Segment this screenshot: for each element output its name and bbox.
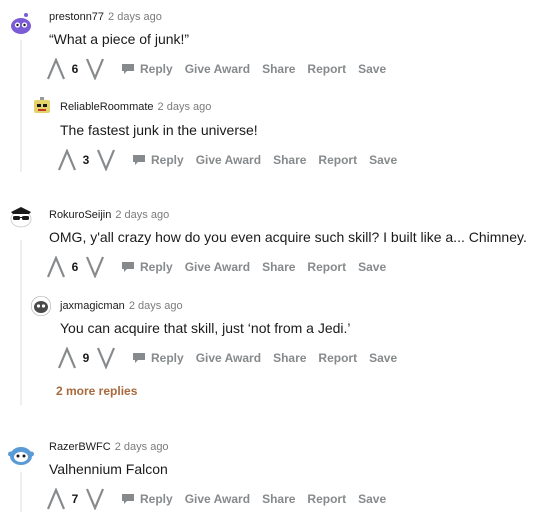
vote-score: 6 — [71, 260, 79, 274]
downvote-arrow-icon[interactable] — [85, 488, 105, 510]
comment-bubble-icon — [122, 494, 134, 504]
thread-line[interactable] — [20, 40, 22, 172]
comment-meta: RokuroSeijin 2 days ago — [49, 209, 169, 221]
username[interactable]: prestonn77 — [49, 11, 104, 23]
avatar[interactable] — [7, 10, 35, 38]
share-button[interactable]: Share — [273, 351, 306, 365]
reply-button[interactable]: Reply — [121, 492, 173, 506]
robot-avatar-icon — [34, 97, 50, 113]
report-button[interactable]: Report — [307, 62, 346, 76]
comment-body: “What a piece of junk!” — [49, 31, 190, 47]
vote-score: 3 — [82, 153, 90, 167]
give-award-button[interactable]: Give Award — [185, 62, 250, 76]
upvote-arrow-icon[interactable] — [46, 256, 66, 278]
upvote-arrow-icon[interactable] — [57, 149, 77, 171]
avatar[interactable] — [7, 441, 35, 469]
save-button[interactable]: Save — [369, 153, 397, 167]
vote-controls: 9 — [57, 347, 116, 369]
snoo-sunglasses-avatar-icon — [7, 204, 35, 232]
upvote-arrow-icon[interactable] — [57, 347, 77, 369]
reply-button[interactable]: Reply — [132, 153, 184, 167]
timestamp[interactable]: 2 days ago — [129, 300, 183, 312]
timestamp[interactable]: 2 days ago — [115, 441, 169, 453]
report-button[interactable]: Report — [318, 351, 357, 365]
downvote-arrow-icon[interactable] — [85, 58, 105, 80]
vote-score: 6 — [71, 62, 79, 76]
timestamp[interactable]: 2 days ago — [115, 209, 169, 221]
comment-bubble-icon — [133, 155, 145, 165]
reply-label: Reply — [140, 260, 173, 274]
give-award-button[interactable]: Give Award — [185, 260, 250, 274]
comment-actions: 6 Reply Give Award Share Report Save — [46, 255, 386, 279]
comment-meta: jaxmagicman 2 days ago — [60, 300, 183, 312]
reply-button[interactable]: Reply — [121, 62, 173, 76]
avatar[interactable] — [31, 296, 51, 316]
vote-score: 7 — [71, 492, 79, 506]
vote-controls: 3 — [57, 149, 116, 171]
reply-label: Reply — [140, 62, 173, 76]
vote-controls: 6 — [46, 256, 105, 278]
reply-label: Reply — [151, 351, 184, 365]
reply-button[interactable]: Reply — [132, 351, 184, 365]
comment-actions: 6 Reply Give Award Share Report Save — [46, 57, 386, 81]
downvote-arrow-icon[interactable] — [85, 256, 105, 278]
timestamp[interactable]: 2 days ago — [158, 101, 212, 113]
upvote-arrow-icon[interactable] — [46, 488, 66, 510]
share-button[interactable]: Share — [262, 492, 295, 506]
report-button[interactable]: Report — [307, 260, 346, 274]
save-button[interactable]: Save — [358, 260, 386, 274]
comment-body: You can acquire that skill, just ‘not fr… — [60, 320, 351, 336]
comment-meta: ReliableRoommate 2 days ago — [60, 101, 211, 113]
save-button[interactable]: Save — [369, 351, 397, 365]
thread-line[interactable] — [20, 472, 22, 512]
username[interactable]: RokuroSeijin — [49, 209, 111, 221]
comment-body: Valhennium Falcon — [49, 461, 168, 477]
comment-bubble-icon — [133, 353, 145, 363]
vote-score: 9 — [82, 351, 90, 365]
username[interactable]: RazerBWFC — [49, 441, 111, 453]
comment-bubble-icon — [122, 64, 134, 74]
give-award-button[interactable]: Give Award — [196, 351, 261, 365]
share-button[interactable]: Share — [262, 62, 295, 76]
reply-label: Reply — [151, 153, 184, 167]
give-award-button[interactable]: Give Award — [196, 153, 261, 167]
upvote-arrow-icon[interactable] — [46, 58, 66, 80]
username[interactable]: ReliableRoommate — [60, 101, 154, 113]
reply-label: Reply — [140, 492, 173, 506]
comment-actions: 7 Reply Give Award Share Report Save — [46, 487, 386, 511]
comment-actions: 3 Reply Give Award Share Report Save — [57, 148, 397, 172]
snoo-avatar-icon — [7, 10, 35, 38]
downvote-arrow-icon[interactable] — [96, 347, 116, 369]
save-button[interactable]: Save — [358, 492, 386, 506]
snoo-dark-avatar-icon — [31, 296, 51, 316]
report-button[interactable]: Report — [307, 492, 346, 506]
downvote-arrow-icon[interactable] — [96, 149, 116, 171]
avatar[interactable] — [7, 204, 35, 232]
vote-controls: 6 — [46, 58, 105, 80]
more-replies-link[interactable]: 2 more replies — [56, 384, 137, 398]
comment-meta: prestonn77 2 days ago — [49, 11, 162, 23]
give-award-button[interactable]: Give Award — [185, 492, 250, 506]
comment-bubble-icon — [122, 262, 134, 272]
comment-body: The fastest junk in the universe! — [60, 122, 258, 138]
comment-actions: 9 Reply Give Award Share Report Save — [57, 346, 397, 370]
report-button[interactable]: Report — [318, 153, 357, 167]
avatar[interactable] — [32, 96, 52, 116]
snoo-blue-avatar-icon — [7, 441, 35, 469]
thread-line[interactable] — [20, 240, 22, 405]
vote-controls: 7 — [46, 488, 105, 510]
comment-meta: RazerBWFC 2 days ago — [49, 441, 169, 453]
timestamp[interactable]: 2 days ago — [108, 11, 162, 23]
save-button[interactable]: Save — [358, 62, 386, 76]
share-button[interactable]: Share — [262, 260, 295, 274]
comment-body: OMG, y'all crazy how do you even acquire… — [49, 229, 527, 245]
reply-button[interactable]: Reply — [121, 260, 173, 274]
share-button[interactable]: Share — [273, 153, 306, 167]
username[interactable]: jaxmagicman — [60, 300, 125, 312]
